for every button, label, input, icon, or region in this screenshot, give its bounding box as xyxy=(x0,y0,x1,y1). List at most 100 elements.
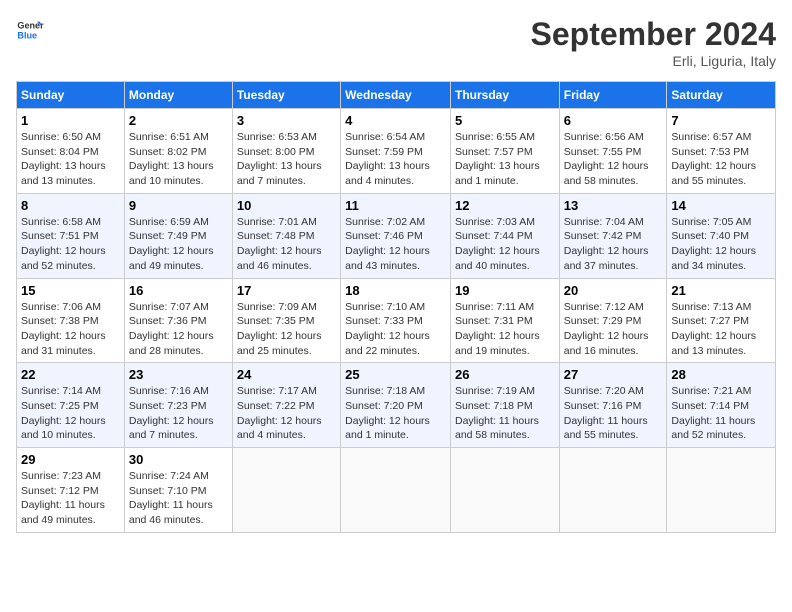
cell-content: Sunrise: 6:59 AMSunset: 7:49 PMDaylight:… xyxy=(129,215,228,274)
day-number: 17 xyxy=(237,283,336,298)
cell-content: Sunrise: 7:20 AMSunset: 7:16 PMDaylight:… xyxy=(564,384,663,443)
calendar-cell: 11 Sunrise: 7:02 AMSunset: 7:46 PMDayligh… xyxy=(341,193,451,278)
cell-content: Sunrise: 7:02 AMSunset: 7:46 PMDaylight:… xyxy=(345,215,446,274)
svg-text:Blue: Blue xyxy=(17,30,37,40)
calendar-week-2: 8Sunrise: 6:58 AMSunset: 7:51 PMDaylight… xyxy=(17,193,776,278)
calendar-cell: 13 Sunrise: 7:04 AMSunset: 7:42 PMDayligh… xyxy=(559,193,667,278)
cell-content: Sunrise: 7:04 AMSunset: 7:42 PMDaylight:… xyxy=(564,215,663,274)
day-number: 19 xyxy=(455,283,555,298)
day-number: 9 xyxy=(129,198,228,213)
day-number: 12 xyxy=(455,198,555,213)
calendar-week-4: 22 Sunrise: 7:14 AMSunset: 7:25 PMDayligh… xyxy=(17,363,776,448)
header-sunday: Sunday xyxy=(17,82,125,109)
day-number: 24 xyxy=(237,367,336,382)
header-wednesday: Wednesday xyxy=(341,82,451,109)
calendar-cell: 19 Sunrise: 7:11 AMSunset: 7:31 PMDayligh… xyxy=(450,278,559,363)
calendar-cell: 23 Sunrise: 7:16 AMSunset: 7:23 PMDayligh… xyxy=(124,363,232,448)
calendar-cell: 2Sunrise: 6:51 AMSunset: 8:02 PMDaylight… xyxy=(124,109,232,194)
day-number: 23 xyxy=(129,367,228,382)
header-monday: Monday xyxy=(124,82,232,109)
title-block: September 2024 Erli, Liguria, Italy xyxy=(531,16,776,69)
cell-content: Sunrise: 7:14 AMSunset: 7:25 PMDaylight:… xyxy=(21,384,120,443)
month-title: September 2024 xyxy=(531,16,776,53)
logo: General Blue xyxy=(16,16,44,44)
day-number: 14 xyxy=(671,198,771,213)
calendar-cell: 9 Sunrise: 6:59 AMSunset: 7:49 PMDaylight… xyxy=(124,193,232,278)
day-number: 13 xyxy=(564,198,663,213)
day-number: 1 xyxy=(21,113,120,128)
calendar-cell: 6Sunrise: 6:56 AMSunset: 7:55 PMDaylight… xyxy=(559,109,667,194)
day-number: 30 xyxy=(129,452,228,467)
header-tuesday: Tuesday xyxy=(232,82,340,109)
calendar-cell: 7 Sunrise: 6:57 AMSunset: 7:53 PMDaylight… xyxy=(667,109,776,194)
cell-content: Sunrise: 7:05 AMSunset: 7:40 PMDaylight:… xyxy=(671,215,771,274)
day-number: 4 xyxy=(345,113,446,128)
day-number: 11 xyxy=(345,198,446,213)
cell-content: Sunrise: 7:10 AMSunset: 7:33 PMDaylight:… xyxy=(345,300,446,359)
cell-content: Sunrise: 7:17 AMSunset: 7:22 PMDaylight:… xyxy=(237,384,336,443)
calendar-cell: 12 Sunrise: 7:03 AMSunset: 7:44 PMDayligh… xyxy=(450,193,559,278)
day-number: 3 xyxy=(237,113,336,128)
location-subtitle: Erli, Liguria, Italy xyxy=(531,53,776,69)
calendar-week-3: 15 Sunrise: 7:06 AMSunset: 7:38 PMDayligh… xyxy=(17,278,776,363)
day-number: 25 xyxy=(345,367,446,382)
calendar-cell: 16 Sunrise: 7:07 AMSunset: 7:36 PMDayligh… xyxy=(124,278,232,363)
calendar-week-5: 29Sunrise: 7:23 AMSunset: 7:12 PMDayligh… xyxy=(17,448,776,533)
day-number: 6 xyxy=(564,113,663,128)
calendar-cell: 17Sunrise: 7:09 AMSunset: 7:35 PMDayligh… xyxy=(232,278,340,363)
cell-content: Sunrise: 6:50 AMSunset: 8:04 PMDaylight:… xyxy=(21,130,120,189)
cell-content: Sunrise: 7:21 AMSunset: 7:14 PMDaylight:… xyxy=(671,384,771,443)
header-thursday: Thursday xyxy=(450,82,559,109)
header-friday: Friday xyxy=(559,82,667,109)
calendar-cell: 29Sunrise: 7:23 AMSunset: 7:12 PMDayligh… xyxy=(17,448,125,533)
calendar-cell: 14 Sunrise: 7:05 AMSunset: 7:40 PMDayligh… xyxy=(667,193,776,278)
cell-content: Sunrise: 7:06 AMSunset: 7:38 PMDaylight:… xyxy=(21,300,120,359)
day-number: 27 xyxy=(564,367,663,382)
cell-content: Sunrise: 6:57 AMSunset: 7:53 PMDaylight:… xyxy=(671,130,771,189)
cell-content: Sunrise: 7:07 AMSunset: 7:36 PMDaylight:… xyxy=(129,300,228,359)
calendar-cell: 27 Sunrise: 7:20 AMSunset: 7:16 PMDayligh… xyxy=(559,363,667,448)
calendar-cell: 18 Sunrise: 7:10 AMSunset: 7:33 PMDayligh… xyxy=(341,278,451,363)
cell-content: Sunrise: 7:18 AMSunset: 7:20 PMDaylight:… xyxy=(345,384,446,443)
calendar-cell: 3 Sunrise: 6:53 AMSunset: 8:00 PMDaylight… xyxy=(232,109,340,194)
calendar-cell: 25 Sunrise: 7:18 AMSunset: 7:20 PMDayligh… xyxy=(341,363,451,448)
cell-content: Sunrise: 6:58 AMSunset: 7:51 PMDaylight:… xyxy=(21,215,120,274)
day-number: 22 xyxy=(21,367,120,382)
calendar-cell: 22 Sunrise: 7:14 AMSunset: 7:25 PMDayligh… xyxy=(17,363,125,448)
calendar-cell xyxy=(450,448,559,533)
cell-content: Sunrise: 7:03 AMSunset: 7:44 PMDaylight:… xyxy=(455,215,555,274)
day-number: 7 xyxy=(671,113,771,128)
calendar-header-row: SundayMondayTuesdayWednesdayThursdayFrid… xyxy=(17,82,776,109)
calendar-cell: 28Sunrise: 7:21 AMSunset: 7:14 PMDayligh… xyxy=(667,363,776,448)
cell-content: Sunrise: 7:13 AMSunset: 7:27 PMDaylight:… xyxy=(671,300,771,359)
cell-content: Sunrise: 7:19 AMSunset: 7:18 PMDaylight:… xyxy=(455,384,555,443)
calendar-cell: 20Sunrise: 7:12 AMSunset: 7:29 PMDayligh… xyxy=(559,278,667,363)
calendar-cell: 21 Sunrise: 7:13 AMSunset: 7:27 PMDayligh… xyxy=(667,278,776,363)
cell-content: Sunrise: 7:24 AMSunset: 7:10 PMDaylight:… xyxy=(129,469,228,528)
day-number: 15 xyxy=(21,283,120,298)
day-number: 5 xyxy=(455,113,555,128)
cell-content: Sunrise: 7:23 AMSunset: 7:12 PMDaylight:… xyxy=(21,469,120,528)
day-number: 20 xyxy=(564,283,663,298)
cell-content: Sunrise: 7:16 AMSunset: 7:23 PMDaylight:… xyxy=(129,384,228,443)
cell-content: Sunrise: 6:54 AMSunset: 7:59 PMDaylight:… xyxy=(345,130,446,189)
calendar-cell: 1 Sunrise: 6:50 AMSunset: 8:04 PMDaylight… xyxy=(17,109,125,194)
calendar-cell xyxy=(232,448,340,533)
day-number: 16 xyxy=(129,283,228,298)
header-saturday: Saturday xyxy=(667,82,776,109)
calendar-cell: 26 Sunrise: 7:19 AMSunset: 7:18 PMDayligh… xyxy=(450,363,559,448)
logo-icon: General Blue xyxy=(16,16,44,44)
calendar-week-1: 1 Sunrise: 6:50 AMSunset: 8:04 PMDaylight… xyxy=(17,109,776,194)
cell-content: Sunrise: 6:53 AMSunset: 8:00 PMDaylight:… xyxy=(237,130,336,189)
calendar-cell xyxy=(559,448,667,533)
day-number: 26 xyxy=(455,367,555,382)
cell-content: Sunrise: 7:11 AMSunset: 7:31 PMDaylight:… xyxy=(455,300,555,359)
day-number: 21 xyxy=(671,283,771,298)
day-number: 2 xyxy=(129,113,228,128)
cell-content: Sunrise: 6:55 AMSunset: 7:57 PMDaylight:… xyxy=(455,130,555,189)
calendar-cell: 8Sunrise: 6:58 AMSunset: 7:51 PMDaylight… xyxy=(17,193,125,278)
day-number: 18 xyxy=(345,283,446,298)
calendar-cell: 30 Sunrise: 7:24 AMSunset: 7:10 PMDayligh… xyxy=(124,448,232,533)
calendar-cell xyxy=(341,448,451,533)
cell-content: Sunrise: 7:01 AMSunset: 7:48 PMDaylight:… xyxy=(237,215,336,274)
